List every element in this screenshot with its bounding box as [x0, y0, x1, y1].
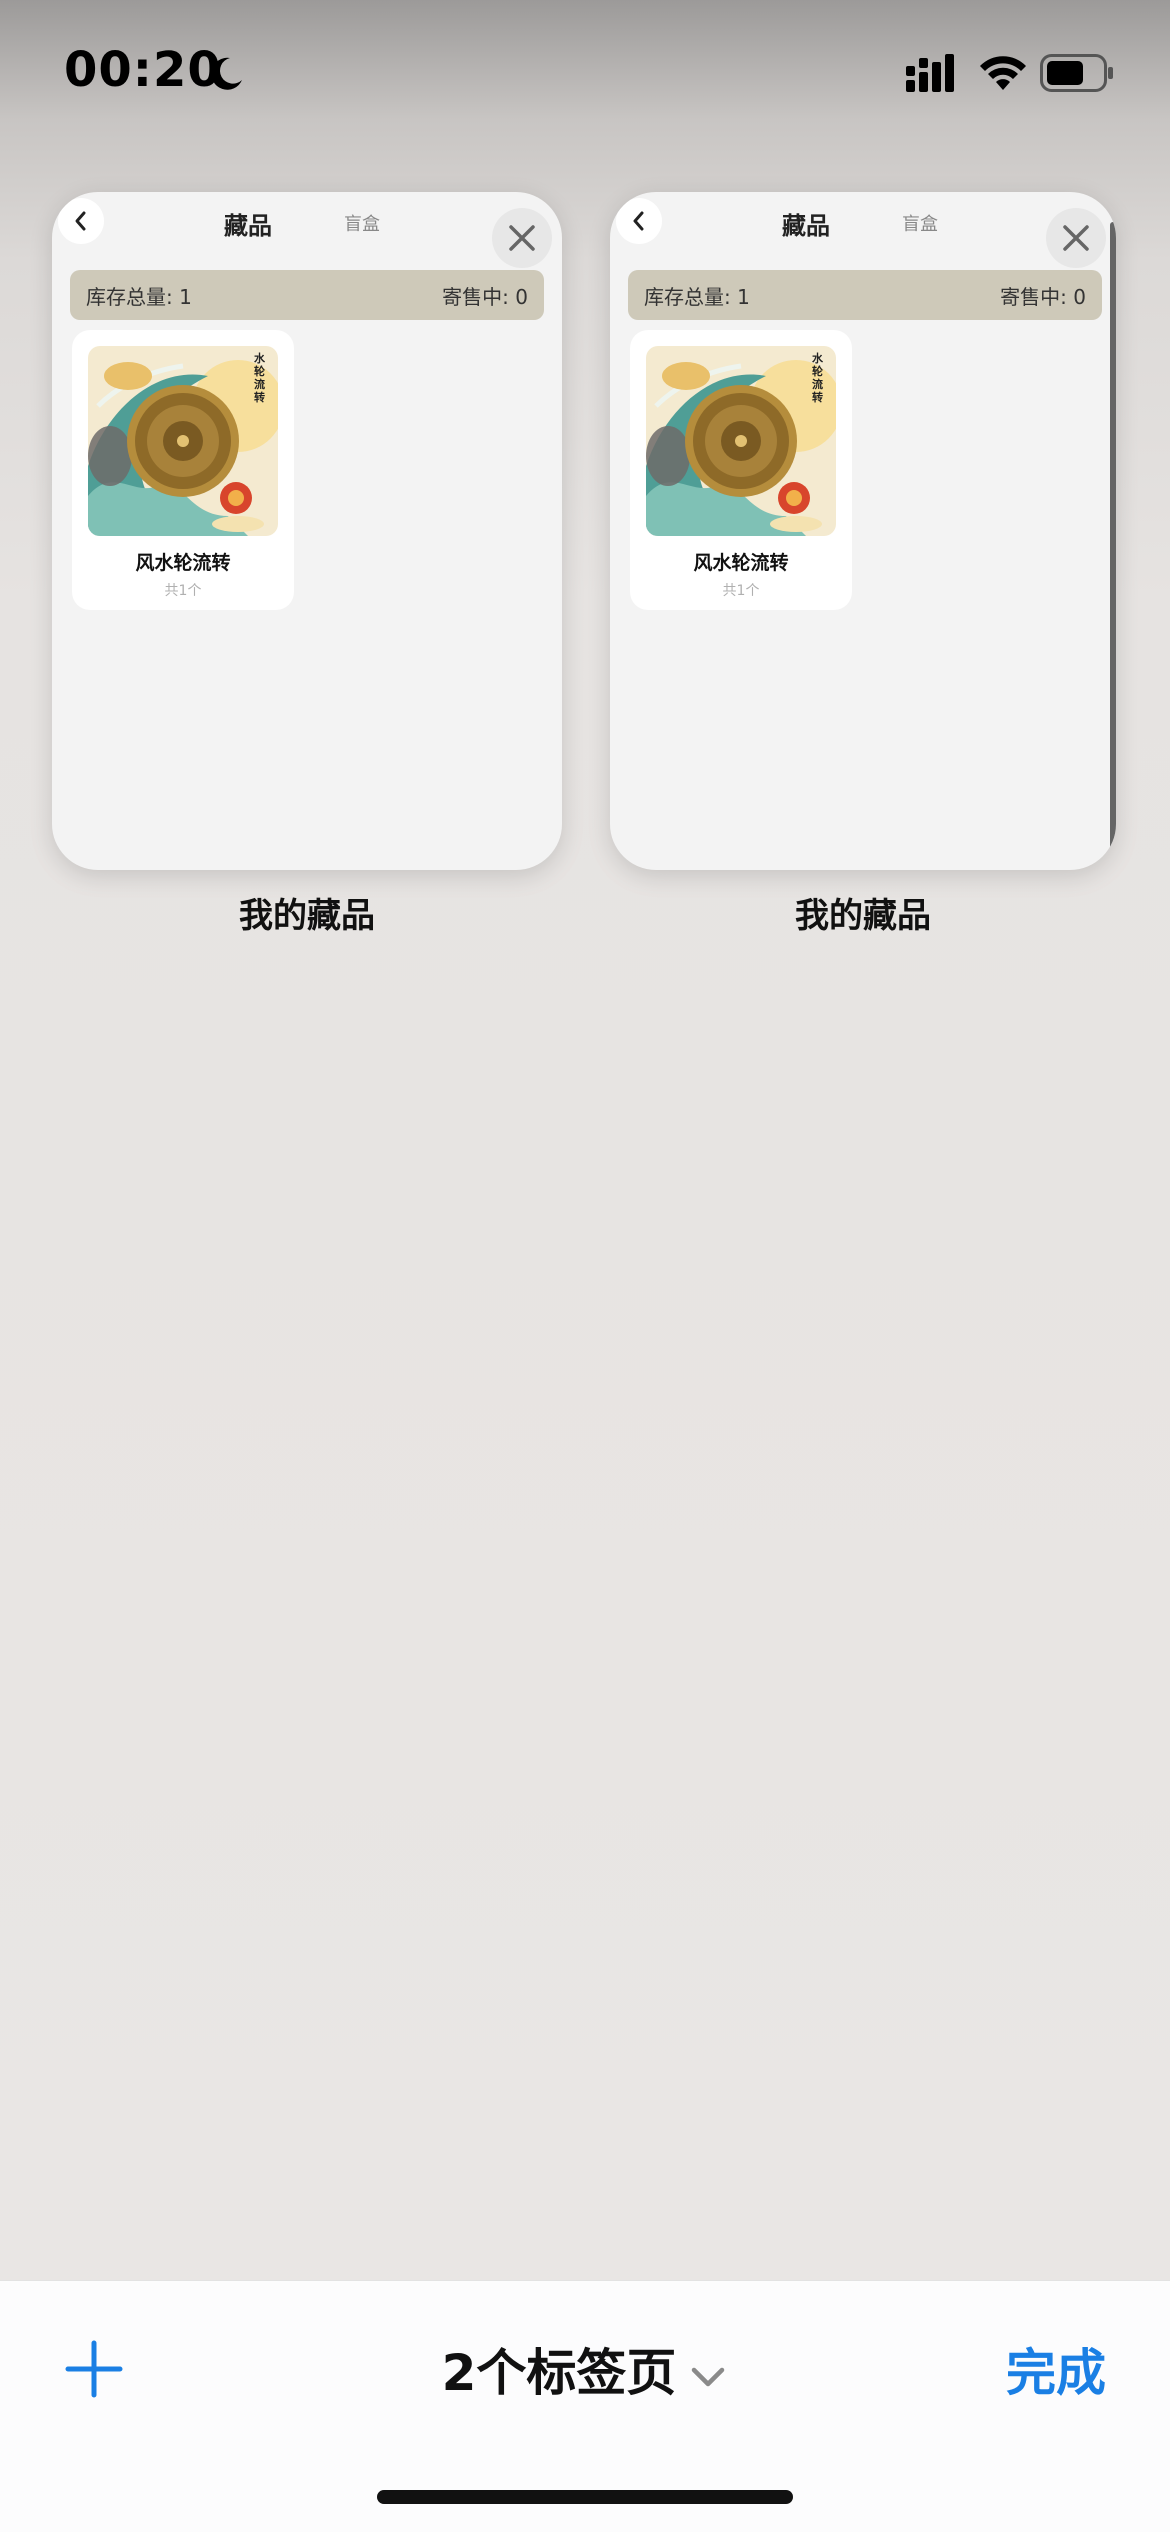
wifi-icon [980, 56, 1026, 90]
item-artwork-image: 水轮流转 [88, 346, 278, 536]
nav-title: 藏品 [224, 212, 272, 240]
status-bar: 00:20 [0, 0, 1170, 150]
tab-card[interactable]: 藏品 盲盒 库存总量: 1 寄售中: 0 水轮流转 风水轮流转 共1个 [610, 192, 1116, 870]
stats-bar: 库存总量: 1 寄售中: 0 [70, 270, 544, 320]
consignment-count: 寄售中: 0 [1000, 284, 1086, 309]
tab-title[interactable]: 我的藏品 [608, 888, 1118, 937]
nav-tab-blindbox[interactable]: 盲盒 [344, 210, 380, 236]
status-time: 00:20 [64, 42, 222, 98]
close-icon [509, 225, 535, 251]
item-name: 风水轮流转 [135, 552, 231, 574]
item-count: 共1个 [164, 583, 202, 599]
tab-title[interactable]: 我的藏品 [52, 888, 562, 937]
chevron-left-icon [633, 211, 644, 231]
nav-title: 藏品 [782, 212, 830, 240]
back-button[interactable] [58, 198, 104, 244]
signal-icon [906, 54, 954, 92]
chevron-down-icon [692, 2367, 725, 2386]
moon-icon [211, 57, 242, 90]
consignment-count: 寄售中: 0 [442, 284, 528, 309]
back-button[interactable] [616, 198, 662, 244]
collection-item-card[interactable]: 水轮流转 风水轮流转 共1个 [630, 330, 852, 610]
close-tab-button[interactable] [492, 208, 552, 268]
stats-bar: 库存总量: 1 寄售中: 0 [628, 270, 1102, 320]
close-tab-button[interactable] [1046, 208, 1106, 268]
chevron-left-icon [75, 211, 86, 231]
artwork-inscription: 水轮流转 [254, 352, 265, 404]
item-artwork-image: 水轮流转 [646, 346, 836, 536]
nav-tab-blindbox[interactable]: 盲盒 [902, 210, 938, 236]
tab-group-selector[interactable]: 2个标签页 [0, 2333, 1170, 2405]
done-button[interactable]: 完成 [1006, 2333, 1106, 2405]
stock-total: 库存总量: 1 [644, 284, 750, 309]
stock-total: 库存总量: 1 [86, 284, 192, 309]
close-icon [1063, 225, 1089, 251]
item-name: 风水轮流转 [693, 552, 789, 574]
home-indicator [377, 2490, 793, 2504]
tabs-count-label: 2个标签页 [441, 2344, 677, 2402]
artwork-inscription: 水轮流转 [812, 352, 823, 404]
battery-icon [1040, 54, 1113, 92]
collection-item-card[interactable]: 水轮流转 风水轮流转 共1个 [72, 330, 294, 610]
tab-card[interactable]: 藏品 盲盒 库存总量: 1 寄售中: 0 水轮流转 风水轮流转 共1个 [52, 192, 562, 870]
item-count: 共1个 [722, 583, 760, 599]
